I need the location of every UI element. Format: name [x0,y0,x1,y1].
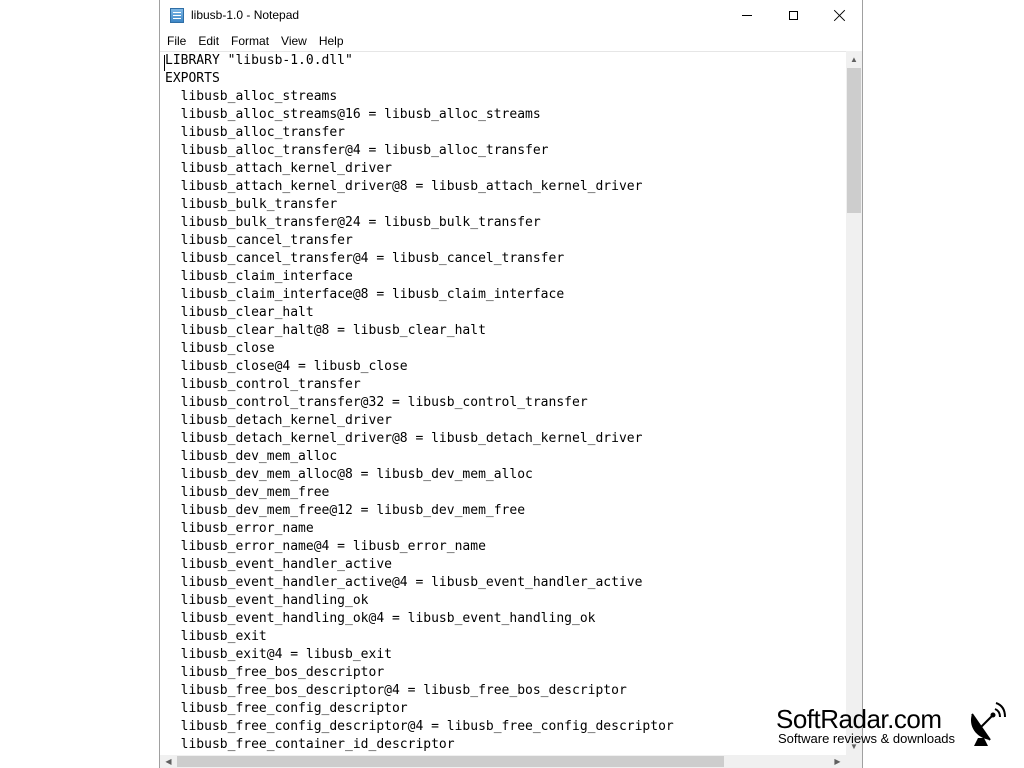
scrollbar-corner [846,755,862,768]
notepad-window: libusb-1.0 - Notepad File Edit Format Vi… [159,0,863,768]
editor-line[interactable]: libusb_clear_halt@8 = libusb_clear_halt [165,322,846,340]
scroll-right-icon[interactable]: ▶ [829,755,846,768]
editor-line[interactable]: libusb_claim_interface [165,268,846,286]
editor-line[interactable]: libusb_exit@4 = libusb_exit [165,646,846,664]
editor-line[interactable]: libusb_dev_mem_alloc [165,448,846,466]
notepad-icon [170,8,184,23]
editor-line[interactable]: libusb_control_transfer [165,376,846,394]
minimize-button[interactable] [724,0,770,31]
editor-line[interactable]: libusb_event_handler_active [165,556,846,574]
editor-line[interactable]: libusb_dev_mem_alloc@8 = libusb_dev_mem_… [165,466,846,484]
menu-help[interactable]: Help [313,31,350,51]
menu-edit[interactable]: Edit [192,31,225,51]
editor-line[interactable]: libusb_free_container_id_descriptor [165,736,846,754]
editor-line[interactable]: libusb_alloc_transfer@4 = libusb_alloc_t… [165,142,846,160]
editor-line[interactable]: libusb_free_config_descriptor@4 = libusb… [165,718,846,736]
editor-line[interactable]: libusb_attach_kernel_driver@8 = libusb_a… [165,178,846,196]
close-icon [834,10,845,21]
editor-line[interactable]: libusb_free_bos_descriptor@4 = libusb_fr… [165,682,846,700]
scroll-up-icon[interactable]: ▲ [846,51,862,68]
editor-line[interactable]: libusb_close@4 = libusb_close [165,358,846,376]
window-title: libusb-1.0 - Notepad [191,8,300,22]
vertical-scrollbar[interactable]: ▲ ▼ [846,51,862,755]
editor-line[interactable]: libusb_error_name@4 = libusb_error_name [165,538,846,556]
watermark-tagline: Software reviews & downloads [778,731,956,746]
horizontal-scroll-thumb[interactable] [177,756,724,767]
editor-line[interactable]: libusb_cancel_transfer@4 = libusb_cancel… [165,250,846,268]
editor-line[interactable]: libusb_event_handling_ok [165,592,846,610]
maximize-icon [788,11,798,20]
menu-view[interactable]: View [275,31,313,51]
editor-line[interactable]: libusb_detach_kernel_driver@8 = libusb_d… [165,430,846,448]
editor-line[interactable]: libusb_error_name [165,520,846,538]
maximize-button[interactable] [770,0,816,31]
editor-line[interactable]: libusb_control_transfer@32 = libusb_cont… [165,394,846,412]
close-button[interactable] [816,0,862,31]
satellite-dish-icon [970,702,1006,746]
editor-line[interactable]: libusb_dev_mem_free [165,484,846,502]
horizontal-scrollbar[interactable]: ◀ ▶ [160,755,846,768]
text-editor[interactable]: LIBRARY "libusb-1.0.dll" EXPORTS libusb_a… [160,51,846,755]
editor-line[interactable]: LIBRARY "libusb-1.0.dll" [165,52,846,70]
editor-line[interactable]: libusb_exit [165,628,846,646]
editor-line[interactable]: libusb_free_bos_descriptor [165,664,846,682]
menu-bar: File Edit Format View Help [160,31,862,51]
title-bar[interactable]: libusb-1.0 - Notepad [160,0,862,31]
editor-content[interactable]: LIBRARY "libusb-1.0.dll" EXPORTS libusb_a… [160,52,846,754]
text-caret [164,55,165,71]
editor-line[interactable]: EXPORTS [165,70,846,88]
editor-line[interactable]: libusb_claim_interface@8 = libusb_claim_… [165,286,846,304]
editor-line[interactable]: libusb_cancel_transfer [165,232,846,250]
minimize-icon [742,15,752,16]
editor-line[interactable]: libusb_attach_kernel_driver [165,160,846,178]
editor-line[interactable]: libusb_alloc_streams [165,88,846,106]
editor-line[interactable]: libusb_free_config_descriptor [165,700,846,718]
softradar-watermark: SoftRadar.com Software reviews & downloa… [776,702,1006,754]
editor-line[interactable]: libusb_detach_kernel_driver [165,412,846,430]
editor-line[interactable]: libusb_bulk_transfer@24 = libusb_bulk_tr… [165,214,846,232]
editor-line[interactable]: libusb_alloc_streams@16 = libusb_alloc_s… [165,106,846,124]
scroll-left-icon[interactable]: ◀ [160,755,177,768]
editor-line[interactable]: libusb_clear_halt [165,304,846,322]
menu-file[interactable]: File [160,31,192,51]
editor-line[interactable]: libusb_event_handler_active@4 = libusb_e… [165,574,846,592]
editor-line[interactable]: libusb_dev_mem_free@12 = libusb_dev_mem_… [165,502,846,520]
editor-line[interactable]: libusb_event_handling_ok@4 = libusb_even… [165,610,846,628]
editor-line[interactable]: libusb_close [165,340,846,358]
vertical-scroll-thumb[interactable] [847,68,861,213]
menu-format[interactable]: Format [225,31,275,51]
editor-line[interactable]: libusb_alloc_transfer [165,124,846,142]
editor-line[interactable]: libusb_bulk_transfer [165,196,846,214]
